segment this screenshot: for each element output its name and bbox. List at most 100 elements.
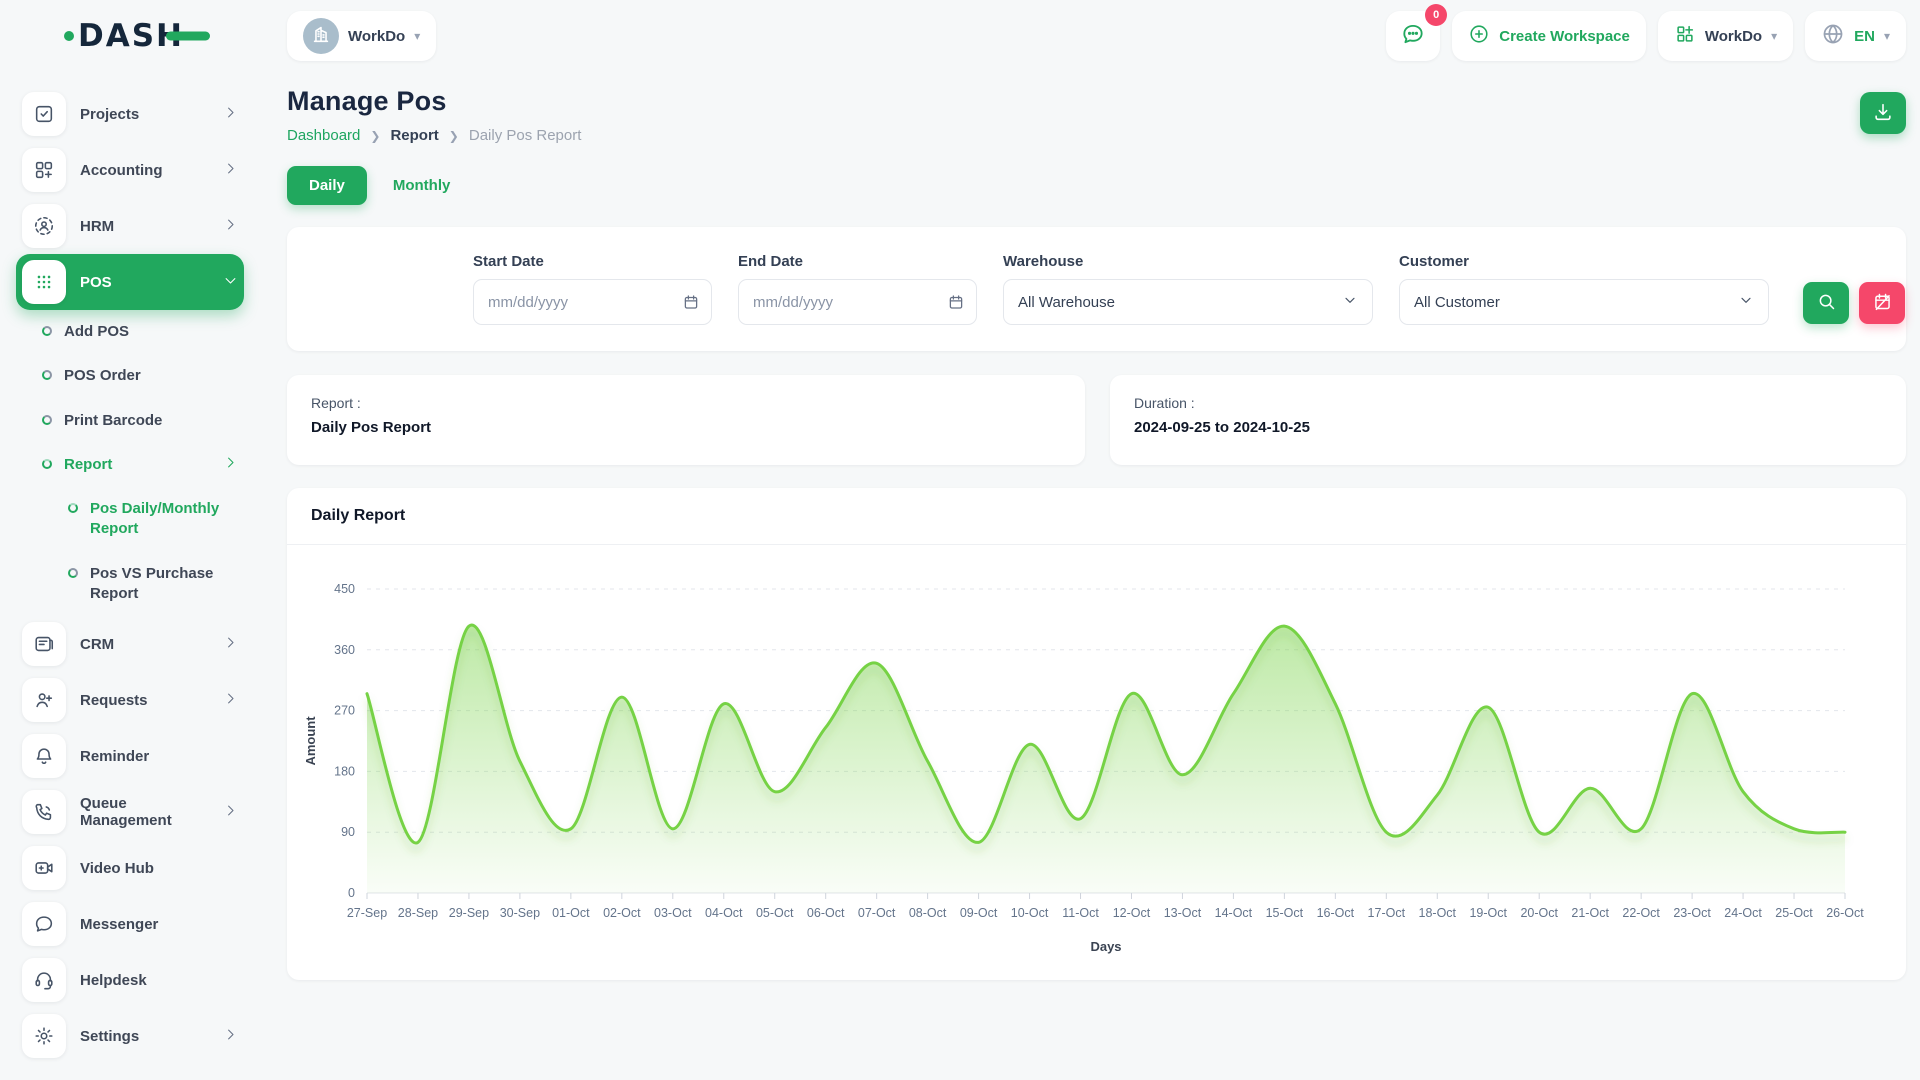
logo-dot-shape: [64, 31, 74, 41]
language-selector[interactable]: EN ▾: [1805, 11, 1906, 61]
globe-icon: [1821, 22, 1845, 51]
start-date-input[interactable]: [473, 279, 712, 325]
sidebar-subitem-print-barcode[interactable]: Print Barcode: [16, 399, 244, 443]
sidebar-subitem-pos-order[interactable]: POS Order: [16, 354, 244, 398]
sidebar-item-accounting[interactable]: Accounting: [16, 142, 244, 198]
svg-text:14-Oct: 14-Oct: [1215, 906, 1253, 920]
svg-text:20-Oct: 20-Oct: [1520, 906, 1558, 920]
chevron-down-icon: [223, 273, 238, 291]
report-label: Report :: [311, 395, 1061, 411]
chevron-right-icon: [223, 635, 238, 653]
sidebar-item-messenger[interactable]: Messenger: [16, 896, 244, 952]
download-icon: [1872, 101, 1894, 126]
svg-text:16-Oct: 16-Oct: [1317, 906, 1355, 920]
create-workspace-label: Create Workspace: [1499, 28, 1630, 45]
bullet-ring-icon: [42, 370, 52, 380]
sidebar-item-settings[interactable]: Settings: [16, 1008, 244, 1064]
breadcrumb-current: Daily Pos Report: [469, 127, 582, 144]
bullet-ring-icon: [42, 326, 52, 336]
warehouse-select[interactable]: All Warehouse: [1003, 279, 1373, 325]
main-content: Manage Pos Dashboard ❯ Report ❯ Daily Po…: [260, 72, 1920, 980]
chevron-right-icon: [223, 105, 238, 123]
search-button[interactable]: [1803, 282, 1849, 324]
sidebar-item-label: Projects: [80, 106, 209, 123]
daily-report-area-chart[interactable]: 09018027036045027-Sep28-Sep29-Sep30-Sep0…: [297, 561, 1877, 969]
chevron-down-icon: [1342, 292, 1358, 312]
messages-button[interactable]: 0: [1386, 11, 1440, 61]
svg-text:28-Sep: 28-Sep: [398, 906, 438, 920]
customer-select[interactable]: All Customer: [1399, 279, 1769, 325]
create-workspace-button[interactable]: Create Workspace: [1452, 11, 1646, 61]
end-date-label: End Date: [738, 253, 977, 270]
reset-filter-button[interactable]: [1859, 282, 1905, 324]
sidebar-item-label: Queue Management: [80, 795, 209, 829]
breadcrumb-report[interactable]: Report: [390, 127, 438, 144]
sidebar-item-queue-management[interactable]: Queue Management: [16, 784, 244, 840]
svg-text:Amount: Amount: [303, 716, 318, 766]
sidebar-subitem-pos-daily-monthly-report[interactable]: Pos Daily/Monthly Report: [16, 487, 244, 552]
daily-report-card: Daily Report 09018027036045027-Sep28-Sep…: [287, 488, 1906, 980]
end-date-input[interactable]: [738, 279, 977, 325]
workspace-name: WorkDo: [348, 28, 405, 45]
tab-daily[interactable]: Daily: [287, 166, 367, 205]
chevron-down-icon: ▾: [414, 29, 420, 43]
crm-icon: [22, 622, 66, 666]
chevron-right-icon: [223, 803, 238, 821]
hrm-icon: [22, 204, 66, 248]
svg-text:04-Oct: 04-Oct: [705, 906, 743, 920]
svg-text:24-Oct: 24-Oct: [1724, 906, 1762, 920]
sidebar-subitem-report[interactable]: Report: [16, 443, 244, 487]
svg-text:15-Oct: 15-Oct: [1266, 906, 1304, 920]
sidebar-item-hrm[interactable]: HRM: [16, 198, 244, 254]
download-report-button[interactable]: [1860, 92, 1906, 134]
sidebar-item-pos[interactable]: POS: [16, 254, 244, 310]
accounting-icon: [22, 148, 66, 192]
workspace-switcher[interactable]: WorkDo ▾: [287, 11, 436, 61]
sidebar-item-requests[interactable]: Requests: [16, 672, 244, 728]
sidebar-subitem-label: POS Order: [64, 366, 238, 386]
tab-monthly[interactable]: Monthly: [393, 177, 451, 194]
breadcrumb-dashboard[interactable]: Dashboard: [287, 127, 360, 144]
sidebar-item-helpdesk[interactable]: Helpdesk: [16, 952, 244, 1008]
requests-icon: [22, 678, 66, 722]
svg-text:07-Oct: 07-Oct: [858, 906, 896, 920]
sidebar-subitem-add-pos[interactable]: Add POS: [16, 310, 244, 354]
svg-text:23-Oct: 23-Oct: [1673, 906, 1711, 920]
report-value: Daily Pos Report: [311, 419, 1061, 436]
sidebar-subitem-label: Print Barcode: [64, 411, 238, 431]
workspace-avatar: [303, 18, 339, 54]
sidebar-item-reminder[interactable]: Reminder: [16, 728, 244, 784]
pos-icon: [22, 260, 66, 304]
dash-logo[interactable]: DASH: [64, 18, 184, 54]
warehouse-label: Warehouse: [1003, 253, 1373, 270]
chevron-right-icon: [223, 691, 238, 709]
svg-text:06-Oct: 06-Oct: [807, 906, 845, 920]
chat-bubble-icon: [1400, 21, 1426, 52]
chevron-right-icon: [223, 217, 238, 235]
sidebar-item-label: Reminder: [80, 748, 238, 765]
sidebar-item-projects[interactable]: Projects: [16, 86, 244, 142]
svg-text:05-Oct: 05-Oct: [756, 906, 794, 920]
bullet-ring-icon: [42, 459, 52, 469]
svg-text:09-Oct: 09-Oct: [960, 906, 998, 920]
sidebar-item-label: Settings: [80, 1028, 209, 1045]
svg-text:22-Oct: 22-Oct: [1622, 906, 1660, 920]
svg-text:01-Oct: 01-Oct: [552, 906, 590, 920]
svg-text:25-Oct: 25-Oct: [1775, 906, 1813, 920]
sidebar-item-label: Helpdesk: [80, 972, 238, 989]
svg-text:02-Oct: 02-Oct: [603, 906, 641, 920]
company-menu[interactable]: WorkDo ▾: [1658, 11, 1793, 61]
report-summary-card: Report : Daily Pos Report: [287, 375, 1085, 465]
sidebar-item-video-hub[interactable]: Video Hub: [16, 840, 244, 896]
svg-text:18-Oct: 18-Oct: [1419, 906, 1457, 920]
bullet-ring-icon: [68, 503, 78, 513]
chevron-right-icon: ❯: [370, 129, 380, 143]
svg-text:180: 180: [334, 764, 355, 778]
sidebar-subitem-pos-vs-purchase-report[interactable]: Pos VS Purchase Report: [16, 552, 244, 617]
chevron-right-icon: [223, 455, 238, 473]
svg-text:10-Oct: 10-Oct: [1011, 906, 1049, 920]
chevron-right-icon: [223, 161, 238, 179]
customer-label: Customer: [1399, 253, 1769, 270]
grid-plus-icon: [1674, 23, 1696, 50]
sidebar-item-crm[interactable]: CRM: [16, 616, 244, 672]
